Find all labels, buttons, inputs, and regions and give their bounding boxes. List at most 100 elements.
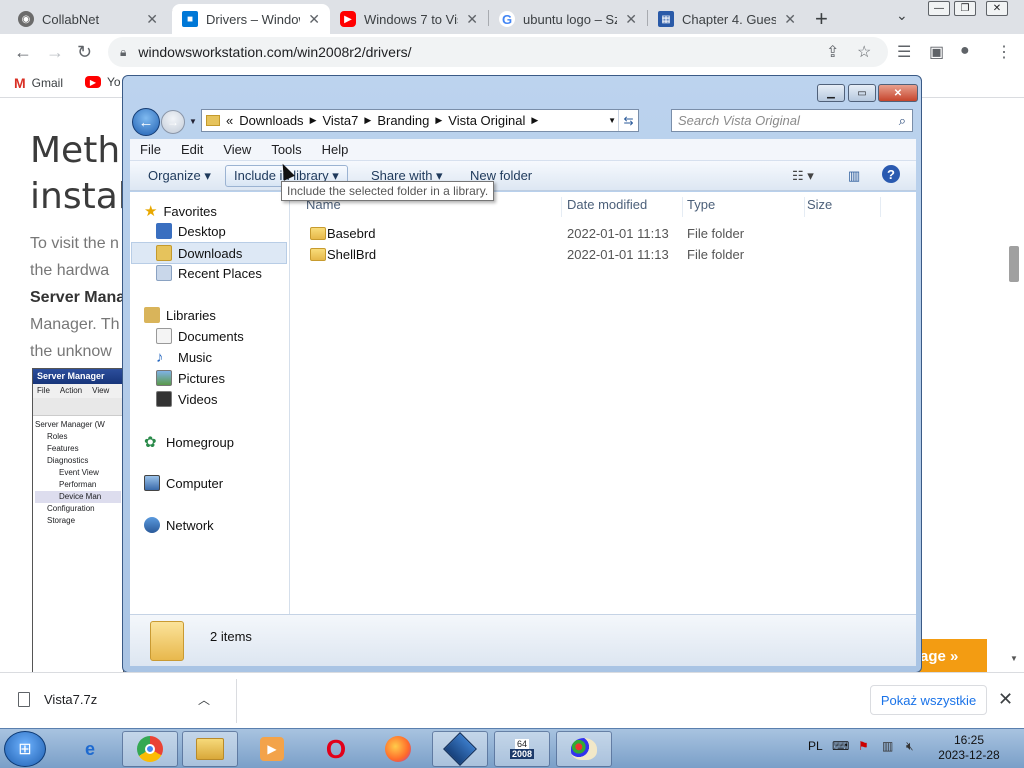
nav-recent-places[interactable]: Recent Places [156, 265, 262, 281]
chrome-icon[interactable] [122, 731, 178, 767]
preview-pane-icon[interactable]: ▥ [848, 168, 860, 184]
nav-videos[interactable]: Videos [156, 391, 218, 407]
nav-computer[interactable]: Computer [144, 475, 223, 491]
restore-button[interactable]: ❐ [954, 1, 976, 16]
bookmark-youtube[interactable]: ▶ Yo [85, 75, 121, 89]
nav-network[interactable]: Network [144, 517, 214, 533]
breadcrumb-vista7[interactable]: Vista7 [322, 113, 358, 128]
explorer-back-button[interactable]: ← [132, 108, 160, 136]
close-icon[interactable]: ✕ [466, 11, 478, 28]
tab-windows7-vista[interactable]: ▶ Windows 7 to Vista ✕ [330, 4, 488, 34]
scroll-down-icon[interactable]: ▼ [1010, 654, 1018, 663]
explorer-close-button[interactable]: ✕ [878, 84, 918, 102]
explorer-maximize-button[interactable]: ▭ [848, 84, 876, 102]
refresh-icon[interactable]: ⇆ [618, 110, 638, 131]
media-icon[interactable]: ☰ [897, 42, 911, 62]
tab-ubuntu-logo[interactable]: G ubuntu logo – Szu ✕ [489, 4, 647, 34]
menu-icon[interactable]: ⋮ [996, 42, 1012, 62]
menu-file[interactable]: File [130, 139, 171, 160]
nav-homegroup[interactable]: ✿ Homegroup [144, 433, 234, 451]
divider [236, 679, 237, 723]
close-icon[interactable]: ✕ [784, 11, 796, 28]
clock[interactable]: 16:25 2023-12-28 [934, 733, 1004, 763]
network-tray-icon[interactable]: ▥ [882, 739, 893, 753]
download-item[interactable]: Vista7.7z ︿ [18, 691, 210, 708]
menu-edit[interactable]: Edit [171, 139, 213, 160]
minimize-button[interactable]: — [928, 1, 950, 16]
explorer-search-input[interactable]: Search Vista Original ⌕ [671, 109, 913, 132]
close-icon[interactable]: ✕ [625, 11, 637, 28]
cta-button[interactable]: age » [912, 639, 987, 672]
media-player-icon[interactable]: ▶ [244, 731, 300, 767]
help-icon[interactable]: ? [882, 165, 900, 183]
youtube-icon: ▶ [340, 11, 356, 27]
bookmark-gmail[interactable]: M Gmail [14, 75, 63, 91]
language-indicator[interactable]: PL [808, 739, 823, 753]
keyboard-icon[interactable]: ⌨ [832, 739, 849, 753]
nav-favorites[interactable]: ★ Favorites [144, 202, 217, 220]
paint-icon[interactable] [556, 731, 612, 767]
recent-pages-dropdown[interactable]: ▼ [189, 117, 197, 126]
file-row[interactable]: Basebrd 2022-01-01 11:13 File folder [290, 224, 916, 245]
reload-icon[interactable]: ↻ [77, 42, 92, 63]
nav-documents[interactable]: Documents [156, 328, 244, 344]
overflow-chevron-icon[interactable]: « [226, 113, 233, 128]
close-window-button[interactable]: ✕ [986, 1, 1008, 16]
search-icon[interactable]: ⌕ [899, 113, 906, 129]
page-scrollbar[interactable] [1009, 246, 1019, 282]
new-tab-button[interactable]: + [815, 6, 828, 32]
breadcrumb-arrow-icon[interactable]: ▶ [435, 115, 442, 126]
column-date-modified[interactable]: Date modified [567, 197, 683, 217]
tab-drivers-windows[interactable]: ■ Drivers – Windows ✕ [172, 4, 330, 34]
column-size[interactable]: Size [807, 197, 881, 217]
explorer-minimize-button[interactable]: ▁ [817, 84, 845, 102]
share-icon[interactable]: ⇪ [826, 42, 839, 62]
nav-music[interactable]: ♪ Music [156, 349, 212, 366]
nav-pictures[interactable]: Pictures [156, 370, 225, 386]
action-center-icon[interactable]: ⚑ [858, 739, 869, 753]
side-panel-icon[interactable]: ▣ [929, 42, 944, 62]
lock-icon[interactable]: 🔒︎ [120, 45, 126, 60]
address-bar[interactable]: 🔒︎ windowsworkstation.com/win2008r2/driv… [108, 37, 888, 67]
globe-icon: ◉ [18, 11, 34, 27]
tab-collabnet[interactable]: ◉ CollabNet ✕ [8, 4, 168, 34]
tab-search-button[interactable]: ⌄ [896, 7, 908, 24]
breadcrumb-arrow-icon[interactable]: ▶ [531, 115, 538, 126]
star-icon[interactable]: ☆ [857, 42, 871, 62]
view-options-icon[interactable]: ☷ ▾ [792, 168, 814, 184]
file-explorer-icon[interactable] [182, 731, 238, 767]
firefox-icon[interactable] [370, 731, 426, 767]
tab-chapter4[interactable]: ▦ Chapter 4. Guest ✕ [648, 4, 806, 34]
close-icon[interactable]: ✕ [308, 11, 320, 28]
chevron-up-icon[interactable]: ︿ [198, 691, 210, 708]
file-row[interactable]: ShellBrd 2022-01-01 11:13 File folder [290, 245, 916, 266]
address-dropdown-icon[interactable]: ▼ [608, 116, 616, 125]
menu-view[interactable]: View [213, 139, 261, 160]
column-type[interactable]: Type [687, 197, 805, 217]
internet-explorer-icon[interactable]: e [62, 731, 118, 767]
breadcrumb-arrow-icon[interactable]: ▶ [310, 115, 317, 126]
nav-desktop[interactable]: Desktop [156, 223, 226, 239]
breadcrumb-downloads[interactable]: Downloads [239, 113, 303, 128]
breadcrumb-arrow-icon[interactable]: ▶ [364, 115, 371, 126]
show-all-button[interactable]: Pokaż wszystkie [870, 685, 987, 715]
start-button[interactable]: ⊞ [4, 731, 46, 767]
back-arrow-icon[interactable]: ← [14, 42, 32, 63]
volume-muted-icon[interactable]: 🔇︎ [906, 739, 914, 754]
server-2008-icon[interactable]: 64 2008 [494, 731, 550, 767]
opera-icon[interactable]: O [308, 731, 364, 767]
organize-button[interactable]: Organize ▾ [148, 168, 211, 184]
breadcrumb-branding[interactable]: Branding [377, 113, 429, 128]
menu-help[interactable]: Help [312, 139, 359, 160]
breadcrumb-vista-original[interactable]: Vista Original [448, 113, 525, 128]
forward-arrow-icon[interactable]: → [46, 42, 64, 63]
close-icon[interactable]: ✕ [998, 689, 1013, 710]
explorer-forward-button[interactable]: → [161, 110, 185, 134]
nav-downloads[interactable]: Downloads [131, 242, 287, 264]
close-icon[interactable]: ✕ [146, 11, 158, 28]
explorer-address-bar[interactable]: « Downloads ▶ Vista7 ▶ Branding ▶ Vista … [201, 109, 639, 132]
profile-icon[interactable]: ● [960, 42, 970, 60]
menu-tools[interactable]: Tools [261, 139, 311, 160]
nav-libraries[interactable]: Libraries [144, 307, 216, 323]
virtualbox-icon[interactable] [432, 731, 488, 767]
